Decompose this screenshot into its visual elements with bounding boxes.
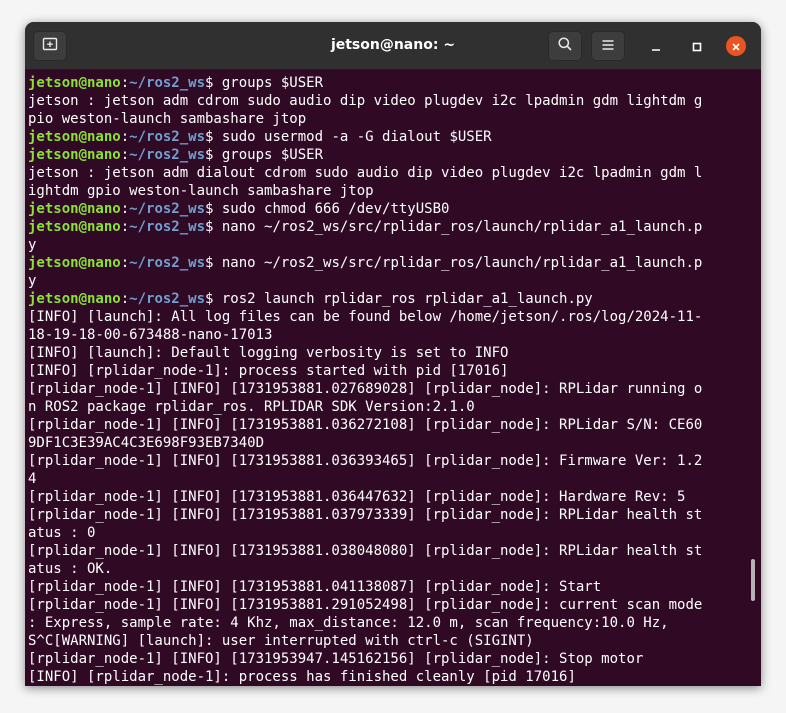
prompt-line: jetson@nano:~/ros2_ws$ nano ~/ros2_ws/sr… (28, 218, 761, 236)
search-icon (557, 36, 573, 56)
prompt-path: ~/ros2_ws (129, 291, 206, 307)
menu-button[interactable] (591, 31, 625, 61)
terminal-window: jetson@nano: ~ jetson@nano:~/ros2_ws$ gr… (25, 22, 761, 686)
prompt-separator: : (120, 147, 130, 163)
search-button[interactable] (548, 31, 582, 61)
output-line: ightdm gpio weston-launch sambashare jto… (28, 183, 374, 199)
prompt-separator: : (120, 75, 130, 91)
new-tab-button[interactable] (33, 31, 67, 61)
prompt-line: jetson@nano:~/ros2_ws$ sudo chmod 666 /d… (28, 200, 761, 218)
output-line: [INFO] [launch]: Default logging verbosi… (28, 345, 509, 361)
prompt-separator: : (120, 129, 130, 145)
output-line: 18-19-18-00-673488-nano-17013 (28, 327, 273, 343)
output-line: [INFO] [launch]: All log files can be fo… (28, 309, 703, 325)
output-line: [rplidar_node-1] [INFO] [1731953881.0411… (28, 579, 602, 595)
output-line: n ROS2 package rplidar_ros. RPLIDAR SDK … (28, 399, 475, 415)
scrollbar-thumb[interactable] (751, 559, 755, 601)
output-line: y (28, 273, 37, 289)
prompt-line: jetson@nano:~/ros2_ws$ groups $USER (28, 74, 761, 92)
prompt-separator: : (120, 291, 130, 307)
output-line: [rplidar_node-1] [INFO] [1731953881.0364… (28, 489, 686, 505)
hamburger-menu-icon (601, 37, 615, 56)
terminal-output[interactable]: jetson@nano:~/ros2_ws$ groups $USER jetso… (25, 71, 761, 686)
command-text: groups $USER (221, 147, 324, 163)
close-icon (731, 37, 741, 56)
prompt-user-host: jetson@nano (28, 75, 121, 91)
output-line: [rplidar_node-1] [INFO] [1731953881.0380… (28, 543, 703, 559)
output-line: atus : OK. (28, 561, 113, 577)
prompt-line: jetson@nano:~/ros2_ws$ groups $USER (28, 146, 761, 164)
output-line: jetson : jetson adm dialout cdrom sudo a… (28, 165, 703, 181)
output-line: [rplidar_node-1] [INFO] [1731953947.1451… (28, 651, 644, 667)
command-text: sudo chmod 666 /dev/ttyUSB0 (221, 201, 450, 217)
prompt-user-host: jetson@nano (28, 255, 121, 271)
minimize-button[interactable] (646, 36, 666, 56)
output-line: [rplidar_node-1] [INFO] [1731953881.0362… (28, 417, 703, 433)
minimize-icon (651, 37, 661, 56)
prompt-user-host: jetson@nano (28, 219, 121, 235)
new-tab-icon (42, 36, 58, 56)
prompt-separator: : (120, 219, 130, 235)
output-line: [INFO] [rplidar_node-1]: process has fin… (28, 669, 576, 685)
prompt-path: ~/ros2_ws (129, 201, 206, 217)
output-line: jetson : jetson adm cdrom sudo audio dip… (28, 93, 703, 109)
output-line: [rplidar_node-1] [INFO] [1731953881.2910… (28, 597, 703, 613)
prompt-symbol: $ (205, 129, 222, 145)
prompt-symbol: $ (205, 147, 222, 163)
prompt-separator: : (120, 255, 130, 271)
prompt-line: jetson@nano:~/ros2_ws$ ros2 launch rplid… (28, 290, 761, 308)
output-line: [rplidar_node-1] [INFO] [1731953881.0276… (28, 381, 703, 397)
prompt-user-host: jetson@nano (28, 291, 121, 307)
output-line: y (28, 237, 37, 253)
prompt-separator: : (120, 201, 130, 217)
output-line: : Express, sample rate: 4 Khz, max_dista… (28, 615, 669, 631)
output-line: [rplidar_node-1] [INFO] [1731953881.0363… (28, 453, 703, 469)
output-line: 9DF1C3E39AC4C3E698F93EB7340D (28, 435, 265, 451)
command-text: sudo usermod -a -G dialout $USER (221, 129, 492, 145)
prompt-path: ~/ros2_ws (129, 147, 206, 163)
prompt-path: ~/ros2_ws (129, 75, 206, 91)
maximize-icon (692, 37, 702, 56)
maximize-button[interactable] (687, 36, 707, 56)
prompt-user-host: jetson@nano (28, 147, 121, 163)
title-bar[interactable]: jetson@nano: ~ (25, 22, 761, 70)
prompt-symbol: $ (205, 291, 222, 307)
command-text: nano ~/ros2_ws/src/rplidar_ros/launch/rp… (221, 255, 703, 271)
prompt-path: ~/ros2_ws (129, 255, 206, 271)
output-line: atus : 0 (28, 525, 96, 541)
command-text: ros2 launch rplidar_ros rplidar_a1_launc… (221, 291, 593, 307)
prompt-symbol: $ (205, 255, 222, 271)
output-line: 4 (28, 471, 37, 487)
prompt-user-host: jetson@nano (28, 201, 121, 217)
prompt-path: ~/ros2_ws (129, 129, 206, 145)
command-text: nano ~/ros2_ws/src/rplidar_ros/launch/rp… (221, 219, 703, 235)
prompt-path: ~/ros2_ws (129, 219, 206, 235)
output-line: [rplidar_node-1] [INFO] [1731953881.0379… (28, 507, 703, 523)
prompt-line: jetson@nano:~/ros2_ws$ sudo usermod -a -… (28, 128, 761, 146)
prompt-symbol: $ (205, 75, 222, 91)
output-line: [INFO] [rplidar_node-1]: process started… (28, 363, 509, 379)
output-line: S^C[WARNING] [launch]: user interrupted … (28, 633, 534, 649)
output-line: pio weston-launch sambashare jtop (28, 111, 307, 127)
prompt-line: jetson@nano:~/ros2_ws$ nano ~/ros2_ws/sr… (28, 254, 761, 272)
prompt-user-host: jetson@nano (28, 129, 121, 145)
command-text: groups $USER (221, 75, 324, 91)
close-button[interactable] (726, 36, 746, 56)
prompt-symbol: $ (205, 201, 222, 217)
prompt-symbol: $ (205, 219, 222, 235)
